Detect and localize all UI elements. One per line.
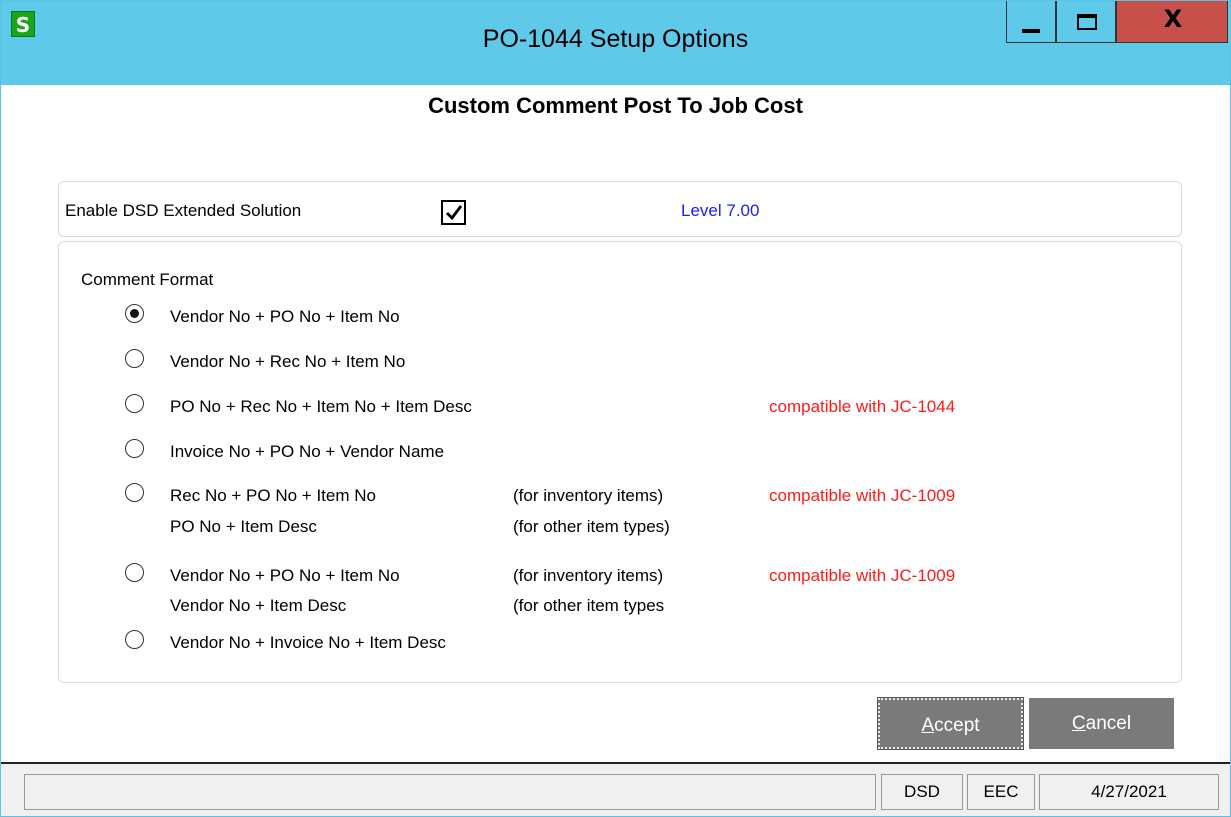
comment-format-label: Comment Format	[81, 270, 214, 289]
close-button[interactable]: X	[1116, 1, 1228, 43]
maximize-icon	[1077, 14, 1097, 30]
accept-mnemonic: A	[921, 715, 935, 736]
option-5-compat-note: compatible with JC-1009	[769, 486, 956, 505]
accept-label: ccept	[934, 715, 980, 736]
maximize-button[interactable]	[1056, 1, 1116, 43]
setup-options-window: S PO-1044 Setup Options X Custom Comment…	[0, 0, 1231, 817]
radio-option-2[interactable]	[125, 349, 144, 368]
status-company-code: DSD	[881, 774, 963, 810]
option-2-label[interactable]: Vendor No + Rec No + Item No	[170, 352, 405, 372]
cancel-mnemonic: C	[1071, 713, 1086, 734]
level-text: Level 7.00	[681, 201, 760, 220]
option-6-qualifier: (for inventory items)	[513, 566, 664, 585]
option-5-qualifier-line2: (for other item types)	[513, 517, 670, 536]
checkmark-icon	[446, 205, 463, 221]
page-title: Custom Comment Post To Job Cost	[428, 93, 803, 118]
cancel-button[interactable]: Cancel	[1029, 698, 1174, 749]
option-4-label[interactable]: Invoice No + PO No + Vendor Name	[170, 442, 444, 462]
option-3-label[interactable]: PO No + Rec No + Item No + Item Desc	[170, 397, 472, 417]
radio-option-5[interactable]	[125, 483, 144, 502]
radio-option-7[interactable]	[125, 630, 144, 649]
enable-label: Enable DSD Extended Solution	[65, 201, 302, 220]
cancel-label: ancel	[1085, 713, 1132, 734]
radio-option-4[interactable]	[125, 439, 144, 458]
radio-option-6[interactable]	[125, 563, 144, 582]
close-icon: X	[1163, 5, 1183, 33]
enable-checkbox[interactable]	[441, 200, 466, 225]
option-6-label-line2: Vendor No + Item Desc	[170, 596, 347, 615]
option-5-qualifier: (for inventory items)	[513, 486, 664, 505]
status-message	[24, 774, 876, 810]
minimize-icon	[1022, 29, 1040, 33]
radio-option-1[interactable]	[125, 304, 144, 323]
status-bar: DSD EEC 4/27/2021	[1, 762, 1230, 816]
status-date: 4/27/2021	[1039, 774, 1219, 810]
option-5-label[interactable]: Rec No + PO No + Item No	[170, 486, 376, 506]
option-5-label-line2: PO No + Item Desc	[170, 517, 317, 536]
status-module: EEC	[967, 774, 1035, 810]
option-6-compat-note: compatible with JC-1009	[769, 566, 956, 585]
option-3-compat-note: compatible with JC-1044	[769, 397, 956, 416]
dialog-body: Custom Comment Post To Job Cost Enable D…	[1, 85, 1230, 816]
radio-option-3[interactable]	[125, 394, 144, 413]
option-6-label[interactable]: Vendor No + PO No + Item No	[170, 566, 400, 586]
accept-button[interactable]: Accept	[877, 697, 1024, 750]
option-6-qualifier-line2: (for other item types	[513, 596, 665, 615]
title-bar[interactable]: S PO-1044 Setup Options X	[1, 1, 1230, 85]
option-7-label[interactable]: Vendor No + Invoice No + Item Desc	[170, 633, 446, 653]
minimize-button[interactable]	[1006, 1, 1056, 43]
option-1-label[interactable]: Vendor No + PO No + Item No	[170, 307, 400, 327]
